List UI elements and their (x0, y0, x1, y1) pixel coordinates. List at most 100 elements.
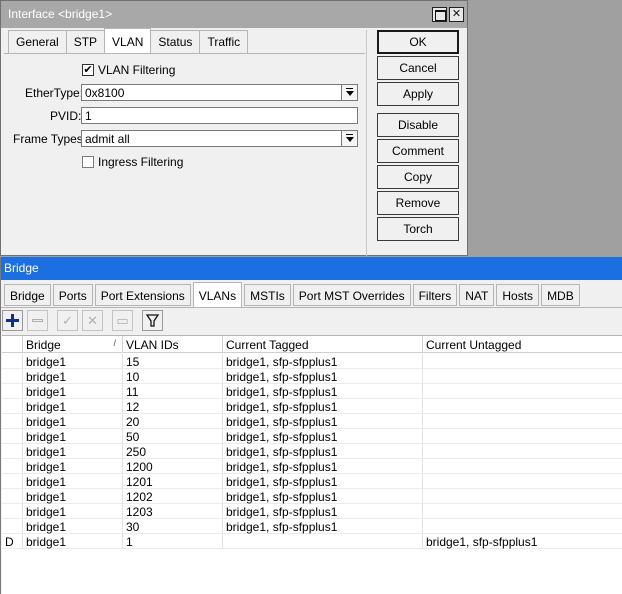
tab-port-extensions[interactable]: Port Extensions (94, 284, 191, 306)
row-current-untagged (423, 429, 622, 444)
ingress-filtering-label: Ingress Filtering (98, 155, 184, 169)
tab-bar-underline (1, 307, 622, 308)
table-row[interactable]: bridge1 1200 bridge1, sfp-sfpplus1 (2, 459, 622, 474)
row-flag (2, 354, 23, 369)
tab-port-mst-overrides[interactable]: Port MST Overrides (292, 284, 411, 306)
ingress-filtering-checkbox[interactable] (82, 156, 94, 168)
frame-types-field[interactable]: admit all (81, 130, 342, 147)
bridge-title-bar[interactable]: Bridge (1, 257, 622, 280)
row-bridge: bridge1 (23, 429, 123, 444)
comment-icon[interactable]: ▭ (112, 310, 133, 331)
row-vlan-ids: 30 (123, 519, 223, 534)
window-title-bar[interactable]: Interface <bridge1> ✕ (1, 1, 467, 28)
tab-bridge[interactable]: Bridge (4, 284, 51, 306)
disable-button[interactable]: Disable (377, 113, 459, 137)
row-current-tagged: bridge1, sfp-sfpplus1 (223, 354, 423, 369)
row-current-tagged: bridge1, sfp-sfpplus1 (223, 369, 423, 384)
column-header-label: Bridge (26, 338, 61, 352)
ethertype-dropdown-icon[interactable] (341, 84, 358, 101)
row-current-untagged (423, 504, 622, 519)
pvid-field[interactable]: 1 (81, 107, 358, 124)
row-vlan-ids: 50 (123, 429, 223, 444)
row-current-tagged: bridge1, sfp-sfpplus1 (223, 459, 423, 474)
tab-nat[interactable]: NAT (459, 284, 495, 306)
table-row[interactable]: bridge1 1203 bridge1, sfp-sfpplus1 (2, 504, 622, 519)
table-row[interactable]: bridge1 10 bridge1, sfp-sfpplus1 (2, 369, 622, 384)
sort-indicator-icon: / (113, 338, 116, 348)
column-header-current-untagged[interactable]: Current Untagged (423, 336, 622, 353)
table-row[interactable]: bridge1 11 bridge1, sfp-sfpplus1 (2, 384, 622, 399)
panel-divider (366, 30, 367, 256)
tab-hosts[interactable]: Hosts (496, 284, 540, 306)
interface-tabs: General STP VLAN Status Traffic (8, 28, 249, 53)
row-current-untagged (423, 519, 622, 534)
row-current-tagged: bridge1, sfp-sfpplus1 (223, 474, 423, 489)
row-vlan-ids: 12 (123, 399, 223, 414)
table-row[interactable]: Dbridge1 1 bridge1, sfp-sfpplus1 (2, 534, 622, 549)
row-current-untagged (423, 384, 622, 399)
copy-button[interactable]: Copy (377, 165, 459, 189)
comment-button[interactable]: Comment (377, 139, 459, 163)
remove-icon[interactable] (27, 310, 48, 331)
column-header-vlan-ids[interactable]: VLAN IDs (123, 336, 223, 353)
row-current-untagged (423, 369, 622, 384)
table-row[interactable]: bridge1 250 bridge1, sfp-sfpplus1 (2, 444, 622, 459)
row-current-untagged (423, 489, 622, 504)
close-icon[interactable]: ✕ (449, 7, 464, 22)
column-header-flags[interactable] (2, 336, 23, 353)
row-current-tagged (223, 534, 423, 549)
vlan-filtering-checkbox[interactable]: ✔ (82, 64, 94, 76)
row-current-tagged: bridge1, sfp-sfpplus1 (223, 504, 423, 519)
add-icon[interactable] (2, 310, 23, 331)
tab-mstis[interactable]: MSTIs (244, 284, 291, 306)
frame-types-dropdown-icon[interactable] (341, 130, 358, 147)
row-bridge: bridge1 (23, 489, 123, 504)
tab-ports[interactable]: Ports (52, 284, 93, 306)
table-row[interactable]: bridge1 30 bridge1, sfp-sfpplus1 (2, 519, 622, 534)
cancel-button[interactable]: Cancel (377, 56, 459, 80)
tab-general[interactable]: General (8, 30, 67, 53)
table-row[interactable]: bridge1 1201 bridge1, sfp-sfpplus1 (2, 474, 622, 489)
maximize-icon[interactable] (432, 7, 447, 22)
row-vlan-ids: 1201 (123, 474, 223, 489)
row-current-tagged: bridge1, sfp-sfpplus1 (223, 399, 423, 414)
tab-stp[interactable]: STP (65, 30, 106, 53)
bridge-window-title: Bridge (4, 261, 39, 275)
row-current-untagged (423, 444, 622, 459)
table-row[interactable]: bridge1 50 bridge1, sfp-sfpplus1 (2, 429, 622, 444)
row-vlan-ids: 1 (123, 534, 223, 549)
torch-button[interactable]: Torch (377, 217, 459, 241)
bridge-window: Bridge Bridge Ports Port Extensions VLAN… (0, 257, 622, 594)
frame-types-label: Frame Types: (13, 132, 87, 146)
ethertype-field[interactable]: 0x8100 (81, 84, 342, 101)
column-header-current-tagged[interactable]: Current Tagged (223, 336, 423, 353)
vlan-tab-panel: ✔ VLAN Filtering EtherType: 0x8100 PVID:… (4, 53, 365, 255)
row-flag (2, 414, 23, 429)
row-vlan-ids: 10 (123, 369, 223, 384)
row-vlan-ids: 1200 (123, 459, 223, 474)
row-bridge: bridge1 (23, 444, 123, 459)
apply-button[interactable]: Apply (377, 82, 459, 106)
row-current-untagged (423, 459, 622, 474)
row-flag (2, 504, 23, 519)
tab-filters[interactable]: Filters (412, 284, 458, 306)
column-header-bridge[interactable]: Bridge / (23, 336, 123, 353)
tab-vlans[interactable]: VLANs (192, 282, 243, 307)
disable-icon[interactable]: ✕ (82, 310, 103, 331)
enable-icon[interactable]: ✓ (57, 310, 78, 331)
table-row[interactable]: bridge1 15 bridge1, sfp-sfpplus1 (2, 354, 622, 369)
row-current-untagged: bridge1, sfp-sfpplus1 (426, 535, 538, 549)
window-title: Interface <bridge1> (8, 7, 113, 21)
remove-button[interactable]: Remove (377, 191, 459, 215)
tab-traffic[interactable]: Traffic (199, 30, 249, 53)
ok-button[interactable]: OK (377, 30, 459, 54)
row-vlan-ids: 20 (123, 414, 223, 429)
table-row[interactable]: bridge1 12 bridge1, sfp-sfpplus1 (2, 399, 622, 414)
table-row[interactable]: bridge1 1202 bridge1, sfp-sfpplus1 (2, 489, 622, 504)
row-bridge: bridge1 (23, 384, 123, 399)
tab-mdb[interactable]: MDB (541, 284, 580, 306)
tab-vlan[interactable]: VLAN (104, 28, 152, 53)
table-row[interactable]: bridge1 20 bridge1, sfp-sfpplus1 (2, 414, 622, 429)
tab-status[interactable]: Status (150, 30, 201, 53)
filter-icon[interactable] (142, 310, 163, 331)
